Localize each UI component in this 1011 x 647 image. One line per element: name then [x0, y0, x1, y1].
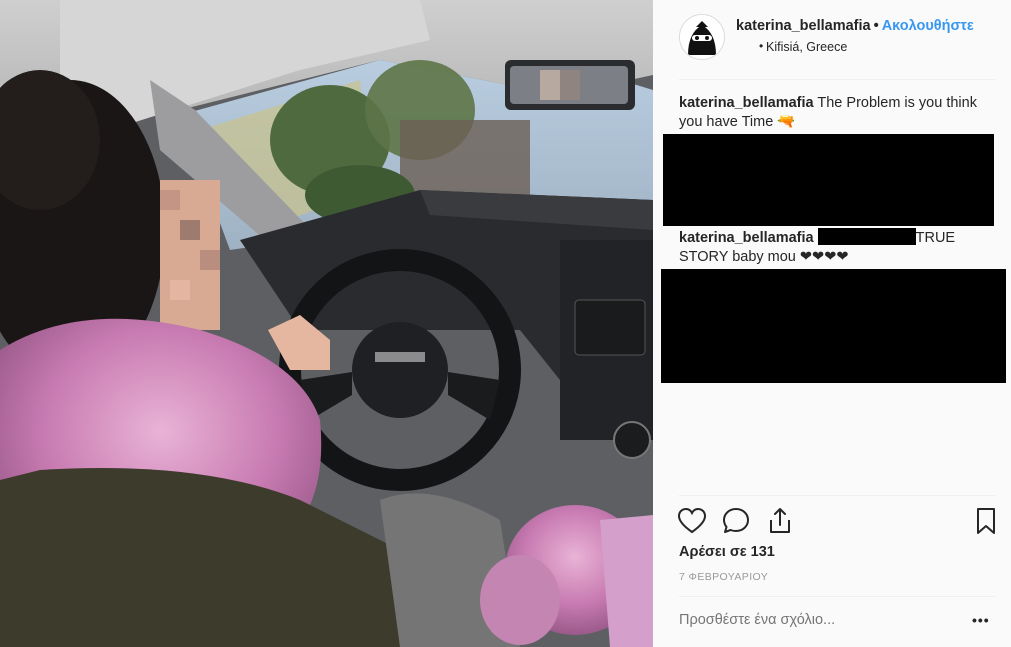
action-bar — [677, 506, 997, 536]
post-date[interactable]: 7 ΦΕΒΡΟΥΑΡΙΟΥ — [679, 571, 768, 583]
comment-bubble-icon[interactable] — [721, 506, 751, 536]
bookmark-icon[interactable] — [971, 506, 1001, 536]
avatar[interactable] — [679, 14, 725, 60]
comment-item: katerina_bellamafia TRUE STORY baby mou ❤… — [679, 228, 979, 267]
post-location[interactable]: Kifisiá, Greece — [766, 40, 847, 54]
redaction-inline — [817, 228, 916, 245]
comment-item: katerina_bellamafia The Problem is you t… — [679, 94, 979, 132]
post-header: katerina_bellamafia • Ακολουθήστε • Kifisi… — [679, 14, 995, 60]
redaction-block — [661, 269, 1006, 383]
input-divider — [679, 596, 995, 597]
likes-count[interactable]: Αρέσει σε 131 — [679, 544, 775, 560]
more-options-button[interactable]: ••• — [972, 612, 996, 632]
masked-face-icon — [680, 15, 724, 59]
redaction-block — [663, 134, 994, 226]
post-photo[interactable] — [0, 0, 653, 647]
header-separator: • — [873, 18, 879, 34]
share-icon[interactable] — [765, 506, 795, 536]
heart-icon[interactable] — [677, 506, 707, 536]
actions-divider — [679, 495, 995, 496]
post-author-username[interactable]: katerina_bellamafia — [736, 18, 871, 34]
post-side-panel: katerina_bellamafia • Ακολουθήστε • Kifisi… — [653, 0, 1011, 647]
post-author-row: katerina_bellamafia • Ακολουθήστε — [736, 18, 974, 34]
follow-button[interactable]: Ακολουθήστε — [882, 18, 974, 34]
car-interior-photo — [0, 0, 653, 647]
header-divider — [679, 79, 995, 80]
location-bullet: • — [759, 39, 764, 53]
comment-input[interactable] — [679, 612, 959, 628]
comment-username[interactable]: katerina_bellamafia — [679, 230, 814, 246]
comment-username[interactable]: katerina_bellamafia — [679, 95, 814, 111]
